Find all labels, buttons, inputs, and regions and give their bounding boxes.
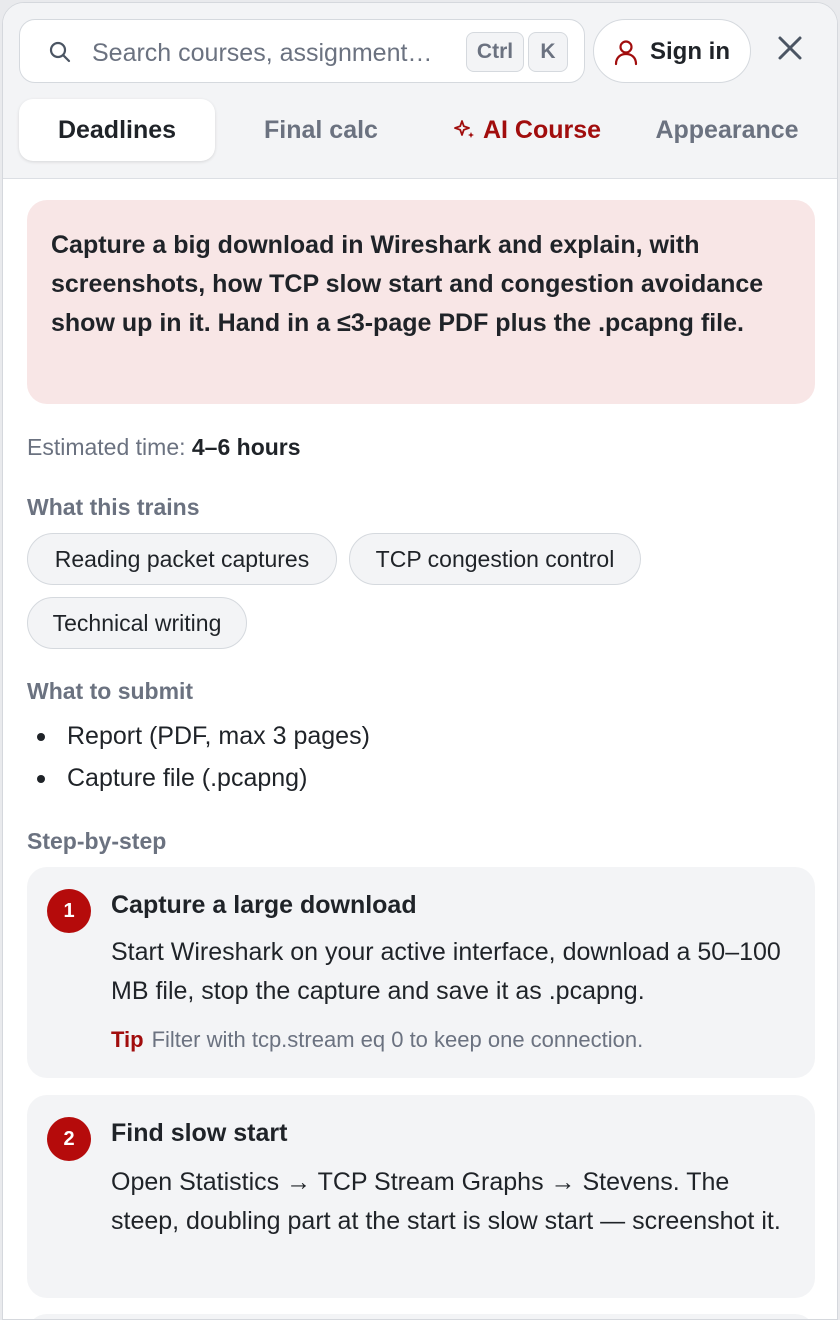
tab-label: Appearance <box>655 115 799 144</box>
submit-heading: What to submit <box>27 678 194 704</box>
estimated-time-value: 4–6 hours <box>191 434 301 460</box>
steps-heading: Step-by-step <box>27 828 167 854</box>
panel-header: Search courses, assignment… Ctrl K Sign … <box>3 3 837 179</box>
step-card: 1 Capture a large download Start Wiresha… <box>27 867 815 1078</box>
step-tip: Tip Filter with tcp.stream eq 0 to keep o… <box>111 1027 643 1053</box>
sparkle-icon <box>454 120 474 138</box>
step-number-badge: 1 <box>47 889 91 933</box>
search-icon <box>49 41 71 63</box>
step-title: Find slow start <box>111 1119 288 1147</box>
skill-chip: Reading packet captures <box>27 533 337 585</box>
tab-appearance[interactable]: Appearance <box>631 99 823 161</box>
estimated-time: Estimated time: 4–6 hours <box>27 434 301 461</box>
step-title: Capture a large download <box>111 891 417 919</box>
tab-bar: Deadlines Final calc AI Course Appearanc… <box>19 99 823 163</box>
step-number-badge: 2 <box>47 1117 91 1161</box>
sign-in-button[interactable]: Sign in <box>593 19 751 83</box>
sign-in-label: Sign in <box>650 38 730 65</box>
trains-heading: What this trains <box>27 494 200 520</box>
tab-label: Final calc <box>264 115 378 144</box>
tab-ai-course[interactable]: AI Course <box>427 99 627 161</box>
tip-text: Filter with tcp.stream eq 0 to keep one … <box>151 1027 644 1052</box>
panel-body: Capture a big download in Wireshark and … <box>3 180 837 1319</box>
tab-final-calc[interactable]: Final calc <box>219 99 423 161</box>
user-icon <box>614 40 638 66</box>
list-item: Capture file (.pcapng) <box>27 762 787 804</box>
list-item: Report (PDF, max 3 pages) <box>27 720 787 762</box>
assistant-panel: Search courses, assignment… Ctrl K Sign … <box>2 2 838 1320</box>
step-description: Start Wireshark on your active interface… <box>111 938 781 1005</box>
step-card <box>27 1314 815 1319</box>
tab-label: Deadlines <box>57 115 177 144</box>
step-description: Open Statistics → TCP Stream Graphs → St… <box>111 1168 781 1235</box>
tip-label: Tip <box>111 1027 144 1052</box>
kbd-ctrl: Ctrl <box>466 32 524 72</box>
skill-chip: Technical writing <box>27 597 247 649</box>
tab-label: AI Course <box>482 115 602 144</box>
search-input[interactable]: Search courses, assignment… <box>92 39 452 67</box>
assignment-prompt: Capture a big download in Wireshark and … <box>27 200 815 404</box>
close-icon[interactable] <box>775 33 805 63</box>
skill-chip: TCP congestion control <box>349 533 641 585</box>
submit-list: Report (PDF, max 3 pages) Capture file (… <box>27 720 787 804</box>
kbd-k: K <box>528 32 568 72</box>
search-box[interactable]: Search courses, assignment… Ctrl K <box>19 19 585 83</box>
estimated-time-label: Estimated time: <box>27 434 186 460</box>
tab-deadlines[interactable]: Deadlines <box>19 99 215 161</box>
step-card: 2 Find slow start Open Statistics → TCP … <box>27 1095 815 1298</box>
